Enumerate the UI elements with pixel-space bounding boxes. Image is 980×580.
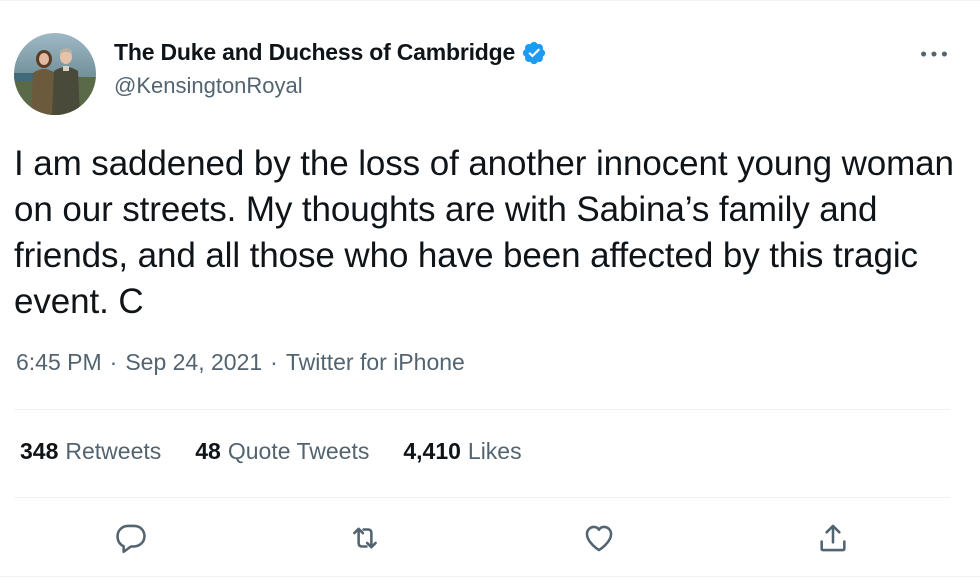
reply-icon (116, 524, 146, 554)
like-button[interactable] (574, 513, 624, 563)
profile-photo-icon (14, 33, 96, 115)
avatar[interactable] (14, 33, 96, 115)
author-handle[interactable]: @KensingtonRoyal (114, 73, 303, 99)
likes-label: Likes (467, 438, 522, 464)
more-options-button[interactable] (916, 39, 952, 69)
reply-button[interactable] (106, 513, 156, 563)
engagement-stats: 348 Retweets 48 Quote Tweets 4,410 Likes (20, 438, 522, 465)
author-name-row[interactable]: The Duke and Duchess of Cambridge (114, 39, 547, 66)
quote-tweets-label: Quote Tweets (227, 438, 370, 464)
retweet-button[interactable] (340, 513, 390, 563)
likes-count: 4,410 (403, 438, 461, 464)
quote-tweets-count: 48 (195, 438, 221, 464)
share-icon (820, 524, 846, 552)
divider (0, 576, 980, 577)
like-icon (585, 525, 613, 552)
tweet-time-link[interactable]: 6:45 PM (16, 349, 102, 376)
share-button[interactable] (808, 513, 858, 563)
retweet-icon (353, 527, 377, 549)
meta-separator: · (109, 349, 118, 375)
tweet-text: I am saddened by the loss of another inn… (14, 144, 954, 321)
author-name[interactable]: The Duke and Duchess of Cambridge (114, 39, 515, 66)
tweet-card: The Duke and Duchess of Cambridge @Kensi… (0, 0, 980, 580)
quote-tweets-stat[interactable]: 48 Quote Tweets (195, 438, 369, 465)
retweets-stat[interactable]: 348 Retweets (20, 438, 161, 465)
likes-stat[interactable]: 4,410 Likes (403, 438, 521, 465)
divider (14, 497, 950, 498)
verified-badge-icon (521, 40, 547, 66)
meta-separator: · (270, 349, 278, 375)
tweet-meta: 6:45 PM · Sep 24, 2021 · Twitter for iPh… (16, 349, 465, 376)
retweets-count: 348 (20, 438, 59, 464)
tweet-actions (0, 513, 980, 563)
more-dots-icon (921, 51, 947, 57)
tweet-date-link[interactable]: Sep 24, 2021 (125, 349, 262, 376)
tweet-source-link[interactable]: Twitter for iPhone (286, 349, 465, 376)
divider (14, 409, 950, 410)
retweets-label: Retweets (65, 438, 162, 464)
